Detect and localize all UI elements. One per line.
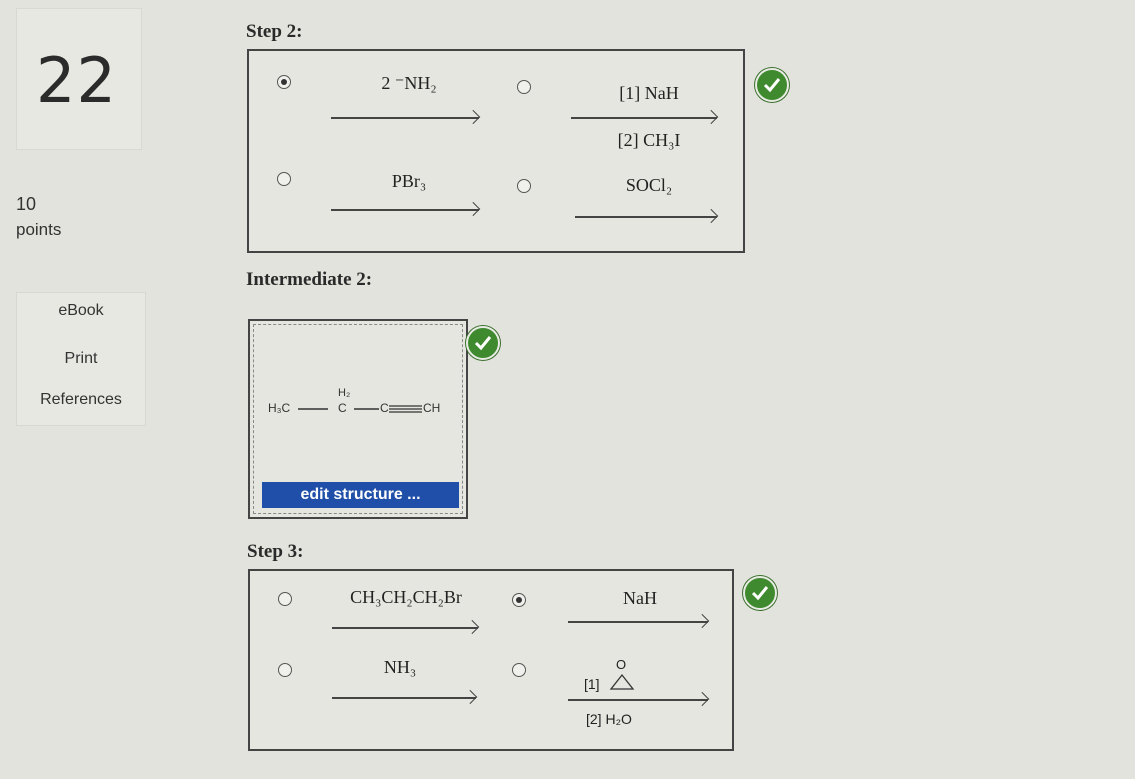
step2-options-box: 2 ⁻NH₂ [1] NaH [2] CH₃I PBr₃ SOCl₂ — [247, 49, 745, 253]
step3-reagent-2: NaH — [623, 588, 657, 608]
sidebar-menu: eBook Print References — [16, 292, 146, 426]
sidebar-item-references[interactable]: References — [17, 391, 145, 409]
step3-radio-4[interactable] — [512, 663, 526, 677]
epoxide-oxygen: O — [616, 657, 627, 672]
structure-c2: C — [380, 401, 389, 415]
structure-canvas[interactable]: H₃C H₂ C C CH edit structure ... — [253, 324, 463, 514]
intermediate2-correct-check-icon — [466, 326, 500, 360]
reaction-arrow — [332, 627, 478, 629]
step3-reagent-1: CH₃CH₂CH₂Br — [350, 587, 462, 607]
step3-radio-2[interactable] — [512, 593, 526, 607]
reaction-arrow — [331, 117, 479, 119]
step2-radio-3[interactable] — [277, 172, 291, 186]
molecule-structure — [298, 405, 422, 413]
step2-radio-1[interactable] — [277, 75, 291, 89]
points-value: 10 — [16, 194, 37, 214]
reaction-arrow — [568, 699, 708, 701]
epoxide-icon — [609, 673, 635, 690]
reaction-arrow — [568, 621, 708, 623]
structure-c: C — [338, 401, 347, 415]
intermediate2-label: Intermediate 2: — [246, 269, 373, 290]
step2-label: Step 2: — [246, 21, 303, 42]
step3-label: Step 3: — [247, 541, 304, 562]
step2-radio-2[interactable] — [517, 80, 531, 94]
reaction-arrow — [331, 209, 479, 211]
reaction-arrow — [571, 117, 717, 119]
step3-reagent-4-top: [1] — [584, 676, 600, 692]
step3-radio-1[interactable] — [278, 592, 292, 606]
points-label: points — [16, 220, 62, 239]
step2-reagent-1: 2 ⁻NH₂ — [381, 73, 437, 93]
step2-reagent-2-top: [1] NaH — [619, 83, 679, 103]
step2-radio-4[interactable] — [517, 179, 531, 193]
step3-reagent-4-bottom: [2] H₂O — [586, 711, 632, 727]
reaction-arrow — [332, 697, 476, 699]
structure-box: H₃C H₂ C C CH edit structure ... — [248, 319, 468, 519]
structure-h3c: H₃C — [268, 401, 291, 415]
structure-h2: H₂ — [338, 387, 351, 399]
step2-reagent-2-bottom: [2] CH₃I — [617, 130, 681, 150]
sidebar-item-ebook[interactable]: eBook — [17, 302, 145, 320]
step3-options-box: CH₃CH₂CH₂Br NaH NH₃ [1] O [2] H₂O — [248, 569, 734, 751]
step3-correct-check-icon — [743, 576, 777, 610]
step2-reagent-4: SOCl₂ — [625, 175, 673, 195]
sidebar-item-print[interactable]: Print — [17, 350, 145, 368]
step2-correct-check-icon — [755, 68, 789, 102]
step3-radio-3[interactable] — [278, 663, 292, 677]
question-number: 22 — [36, 44, 117, 117]
edit-structure-button[interactable]: edit structure ... — [262, 482, 459, 508]
reaction-arrow — [575, 216, 717, 218]
step2-reagent-3: PBr₃ — [391, 171, 427, 191]
structure-ch: CH — [423, 401, 441, 415]
step3-reagent-3: NH₃ — [383, 657, 417, 677]
